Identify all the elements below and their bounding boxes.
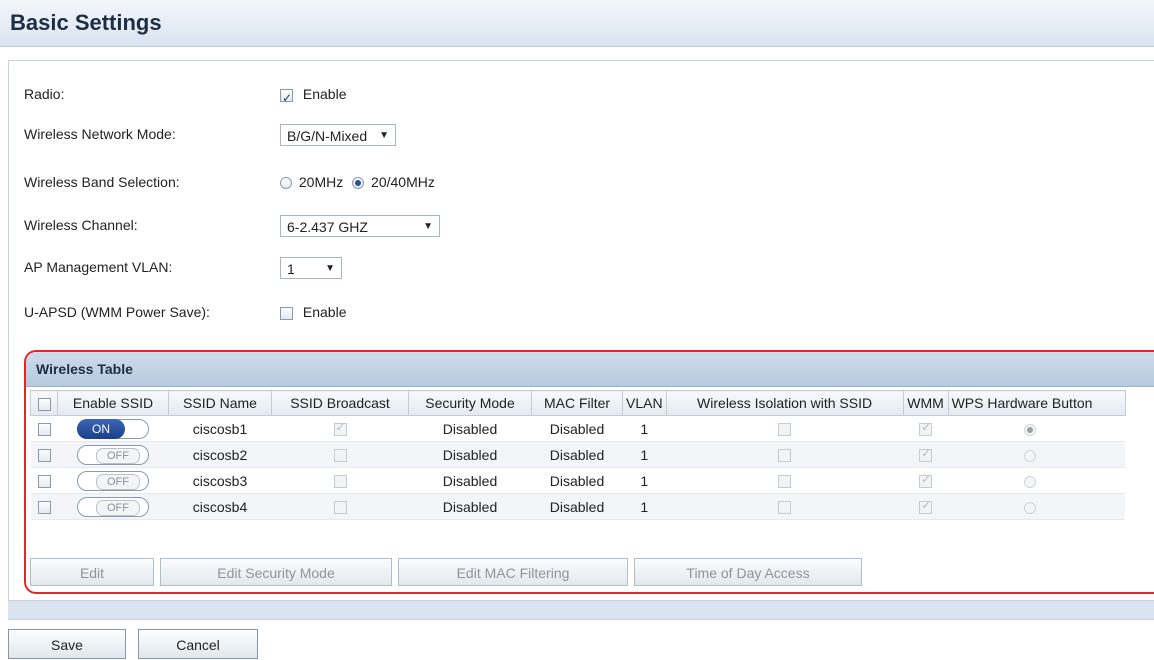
col-wireless-isolation: Wireless Isolation with SSID — [665, 390, 904, 416]
security-mode-cell: Disabled — [408, 493, 532, 520]
ssid-name-cell: ciscosb3 — [168, 467, 272, 494]
edit-button[interactable]: Edit — [30, 558, 154, 586]
vlan-cell: 1 — [622, 493, 667, 520]
wireless-table: Enable SSID SSID Name SSID Broadcast Sec… — [30, 390, 1126, 520]
ssid-name-cell: ciscosb1 — [168, 415, 272, 442]
wireless-table-header: Wireless Table — [26, 352, 1154, 387]
enable-ssid-toggle[interactable]: ON — [77, 418, 149, 439]
ssid-broadcast-checkbox — [333, 420, 347, 437]
network-mode-select[interactable]: B/G/N-Mixed ▼ — [280, 124, 396, 147]
vlan-cell: 1 — [622, 467, 667, 494]
security-mode-cell: Disabled — [408, 415, 532, 442]
ssid-name-cell: ciscosb4 — [168, 493, 272, 520]
panel-footer — [8, 600, 1154, 619]
select-all-header — [30, 390, 58, 416]
vlan-select[interactable]: 1 ▼ — [280, 257, 342, 280]
wireless-table-title: Wireless Table — [36, 361, 133, 377]
radio-enable-checkbox[interactable] — [280, 86, 293, 110]
enable-ssid-toggle[interactable]: OFF — [77, 496, 149, 517]
isolation-checkbox — [778, 449, 792, 463]
time-of-day-access-button[interactable]: Time of Day Access — [634, 558, 862, 586]
wmm-checkbox — [919, 472, 933, 489]
col-mac-filter: MAC Filter — [531, 390, 623, 416]
mac-filter-cell: Disabled — [531, 415, 623, 442]
title-bar: Basic Settings — [0, 0, 1154, 47]
row-select-checkbox[interactable] — [37, 501, 51, 515]
col-security-mode: Security Mode — [408, 390, 532, 416]
chevron-down-icon: ▼ — [325, 263, 335, 275]
wireless-table-panel: Wireless Table Enable SSID SSID Name SSI… — [24, 350, 1154, 594]
table-header-row: Enable SSID SSID Name SSID Broadcast Sec… — [30, 390, 1126, 416]
wps-radio — [1024, 449, 1037, 462]
security-mode-cell: Disabled — [408, 467, 532, 494]
page-title: Basic Settings — [10, 10, 162, 35]
vlan-label: AP Management VLAN: — [24, 259, 173, 275]
row-select-checkbox[interactable] — [37, 423, 51, 437]
channel-select[interactable]: 6-2.437 GHZ ▼ — [280, 215, 440, 238]
wps-radio — [1024, 475, 1037, 488]
save-button[interactable]: Save — [8, 629, 126, 659]
band-20mhz-radio[interactable] — [280, 177, 292, 190]
enable-ssid-toggle[interactable]: OFF — [77, 470, 149, 491]
wmm-checkbox — [919, 498, 933, 515]
uapsd-enable-label: Enable — [302, 304, 347, 320]
table-row: OFF ciscosb3 Disabled Disabled 1 — [30, 467, 1126, 494]
ssid-name-cell: ciscosb2 — [168, 441, 272, 468]
wmm-checkbox — [919, 446, 933, 463]
cancel-button[interactable]: Cancel — [138, 629, 258, 659]
band-2040mhz-label: 20/40MHz — [371, 174, 435, 190]
mac-filter-cell: Disabled — [531, 441, 623, 468]
chevron-down-icon: ▼ — [379, 130, 389, 142]
toggle-label: OFF — [96, 473, 140, 490]
channel-label: Wireless Channel: — [24, 217, 138, 233]
band-2040mhz-radio[interactable] — [352, 177, 365, 190]
table-row: OFF ciscosb4 Disabled Disabled 1 — [30, 493, 1126, 520]
col-ssid-name: SSID Name — [168, 390, 272, 416]
channel-value: 6-2.437 GHZ — [287, 219, 368, 236]
enable-ssid-toggle[interactable]: OFF — [77, 444, 149, 465]
toggle-label: OFF — [96, 499, 140, 516]
band-label: Wireless Band Selection: — [24, 174, 180, 190]
vlan-cell: 1 — [622, 441, 667, 468]
mac-filter-cell: Disabled — [531, 467, 623, 494]
uapsd-label: U-APSD (WMM Power Save): — [24, 304, 210, 320]
radio-enable-label: Enable — [302, 86, 347, 102]
isolation-checkbox — [778, 501, 792, 515]
security-mode-cell: Disabled — [408, 441, 532, 468]
row-select-checkbox[interactable] — [37, 475, 51, 489]
isolation-checkbox — [778, 423, 792, 437]
edit-security-mode-button[interactable]: Edit Security Mode — [160, 558, 392, 586]
mac-filter-cell: Disabled — [531, 493, 623, 520]
wps-radio — [1024, 501, 1037, 514]
col-vlan: VLAN — [622, 390, 667, 416]
vlan-cell: 1 — [622, 415, 667, 442]
network-mode-label: Wireless Network Mode: — [24, 126, 176, 142]
select-all-checkbox[interactable] — [37, 397, 51, 411]
table-row: OFF ciscosb2 Disabled Disabled 1 — [30, 441, 1126, 468]
uapsd-enable-checkbox[interactable] — [280, 306, 293, 320]
ssid-broadcast-checkbox — [333, 475, 347, 489]
table-row: ON ciscosb1 Disabled Disabled 1 — [30, 415, 1126, 442]
band-20mhz-label: 20MHz — [298, 174, 344, 190]
wmm-checkbox — [919, 420, 933, 437]
col-ssid-broadcast: SSID Broadcast — [271, 390, 409, 416]
chevron-down-icon: ▼ — [423, 221, 433, 233]
radio-label: Radio: — [24, 86, 65, 102]
edit-mac-filtering-button[interactable]: Edit MAC Filtering — [398, 558, 628, 586]
col-wmm: WMM — [902, 390, 949, 416]
isolation-checkbox — [778, 475, 792, 489]
col-enable-ssid: Enable SSID — [57, 390, 169, 416]
ssid-broadcast-checkbox — [333, 501, 347, 515]
toggle-label: ON — [77, 418, 125, 439]
vlan-value: 1 — [287, 261, 295, 278]
col-wps-hardware-button: WPS Hardware Button — [947, 390, 1126, 416]
ssid-broadcast-checkbox — [333, 449, 347, 463]
toggle-label: OFF — [96, 447, 140, 464]
wps-radio — [1024, 423, 1037, 436]
network-mode-value: B/G/N-Mixed — [287, 128, 368, 145]
row-select-checkbox[interactable] — [37, 449, 51, 463]
